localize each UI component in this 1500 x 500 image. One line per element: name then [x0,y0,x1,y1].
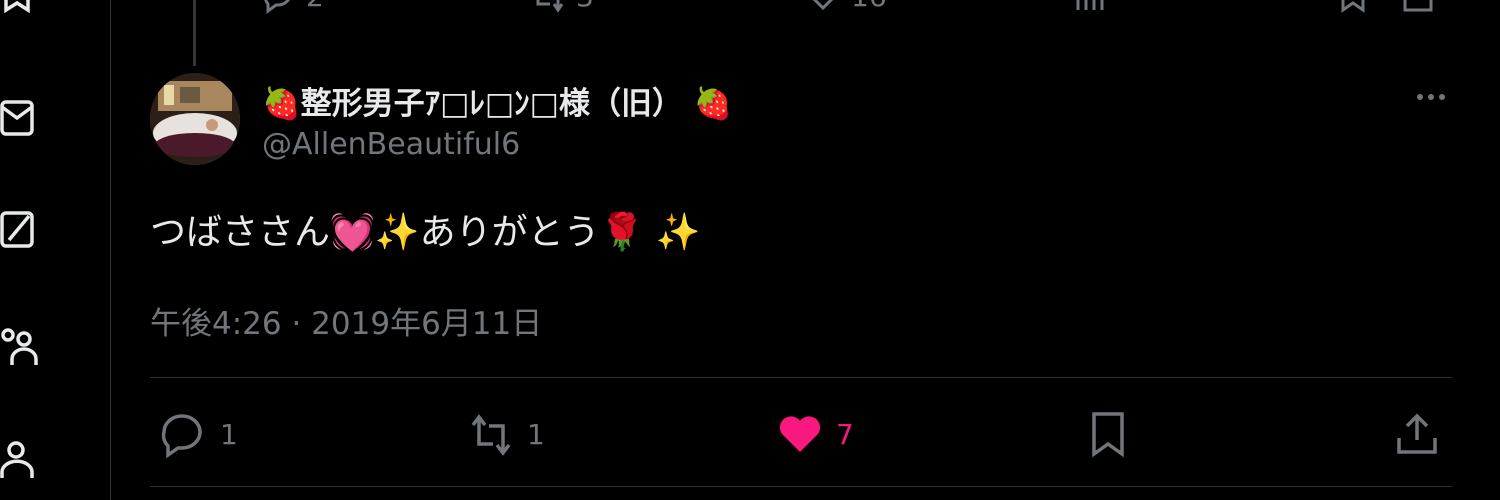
bookmarks-icon[interactable] [0,0,40,20]
avatar[interactable] [150,73,240,165]
communities-icon[interactable] [0,325,40,365]
thread-connector [193,0,196,66]
divider [150,486,1452,487]
retweet-count: 1 [527,417,545,451]
views-icon [1076,0,1104,10]
prev-like-button[interactable]: 16 [805,0,887,14]
retweet-icon [471,414,511,456]
prev-reply-button[interactable]: 2 [260,0,324,14]
bookmark-icon [1092,412,1124,458]
like-icon [812,0,834,11]
share-icon [1403,0,1433,12]
prev-bookmark-button[interactable] [1335,0,1371,14]
more-dot-icon [1417,94,1423,100]
like-button[interactable]: 7 [776,410,854,458]
prev-share-button[interactable] [1400,0,1436,14]
like-count: 7 [836,417,854,451]
prev-views-button[interactable] [1072,0,1108,14]
divider [150,377,1452,378]
heart-filled-icon [779,416,821,452]
profile-icon[interactable] [0,438,40,478]
bookmark-button[interactable] [1086,410,1134,458]
reply-icon [161,414,202,458]
share-icon [1397,413,1437,454]
prev-retweet-button[interactable]: 3 [530,0,594,14]
bookmark-icon [1341,0,1365,13]
previous-tweet-actions: 2 3 16 [150,0,1452,18]
reply-count: 1 [220,417,238,451]
retweet-icon [536,0,564,13]
more-dot-icon [1428,94,1434,100]
share-button[interactable] [1393,410,1441,458]
user-handle[interactable]: @AllenBeautiful6 [262,127,520,162]
messages-icon[interactable] [0,97,40,137]
tweet-text: つばささん💓✨ありがとう🌹 ✨ [150,212,701,253]
sidebar-nav [0,0,110,500]
tweet-timestamp[interactable]: 午後4:26 · 2019年6月11日 [150,298,542,343]
prev-retweet-count: 3 [576,0,594,13]
compose-icon[interactable] [0,210,40,250]
sidebar-divider [110,0,111,500]
more-dot-icon [1439,94,1445,100]
prev-like-count: 16 [851,0,887,13]
more-options-button[interactable] [1408,80,1454,114]
reply-button[interactable]: 1 [160,410,238,458]
prev-reply-count: 2 [306,0,324,13]
reply-icon [264,0,290,14]
display-name[interactable]: 🍓整形男子ｱ□ﾚ□ﾝ□様（旧） 🍓 [262,78,732,123]
retweet-button[interactable]: 1 [467,410,545,458]
